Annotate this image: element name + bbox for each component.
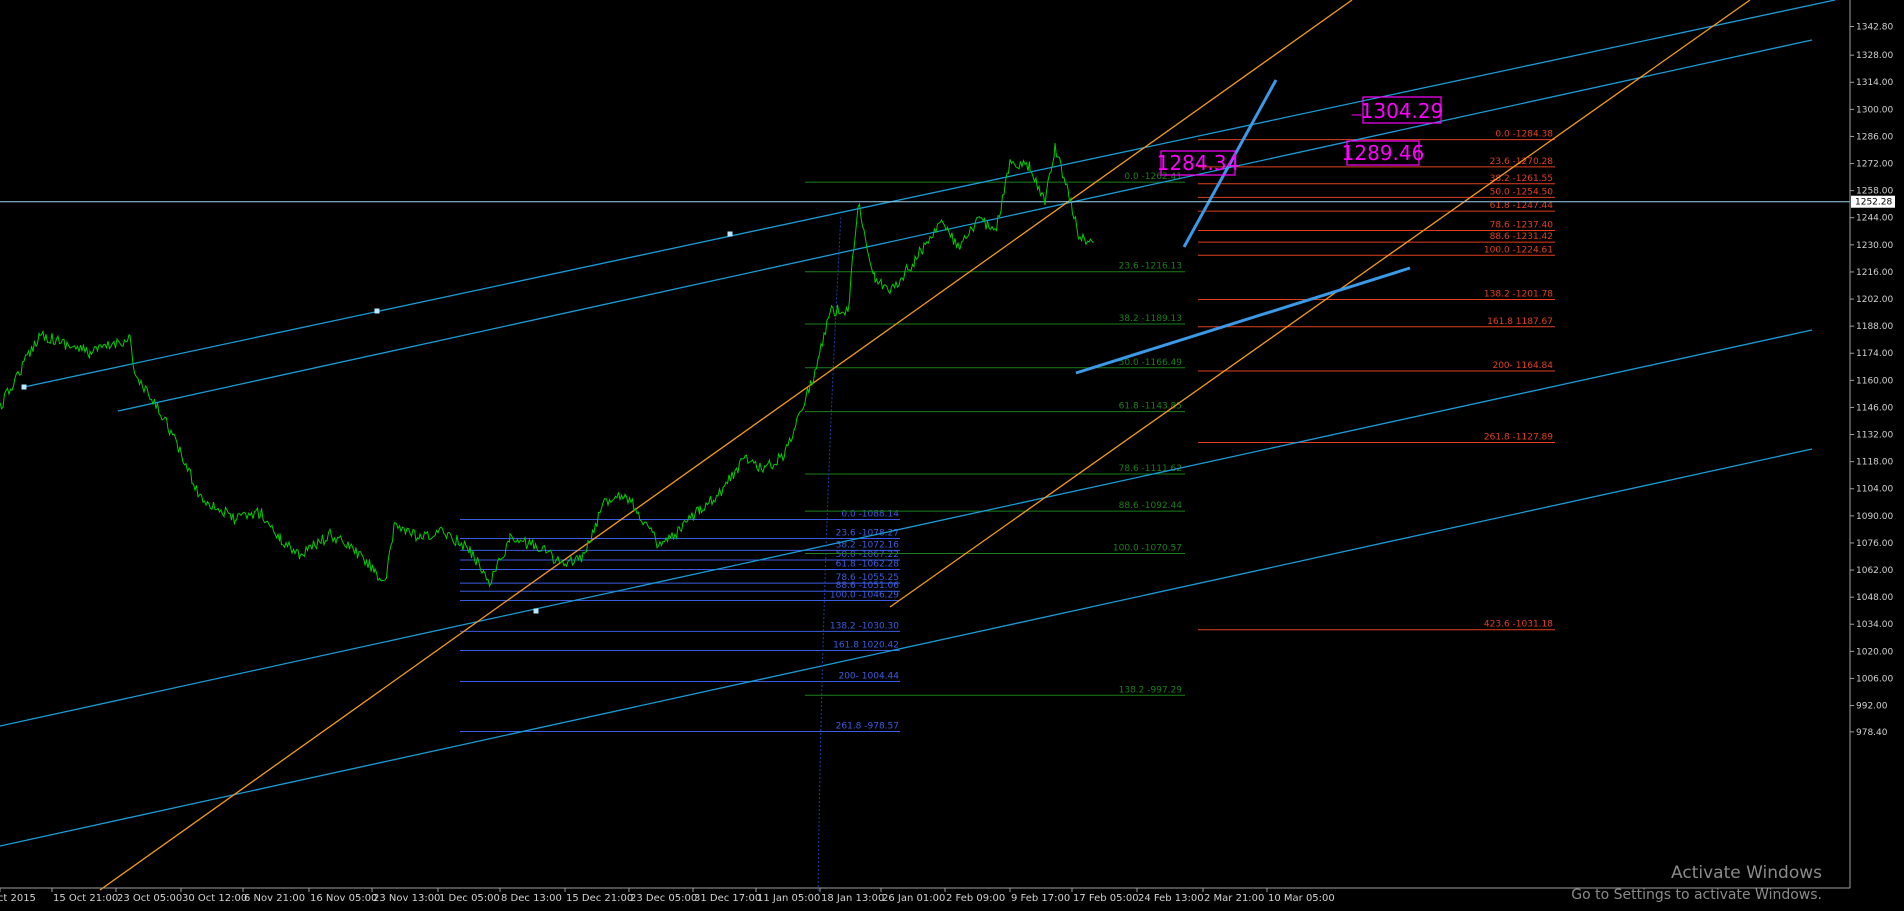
fib-level-label: 200- 1004.44 <box>838 671 899 681</box>
fib-level-label: 38.2 -1189.13 <box>1119 314 1182 324</box>
y-tick-label: 1216.00 <box>1856 268 1893 278</box>
x-tick-label: 1 Dec 05:00 <box>439 893 500 904</box>
x-tick-label: 23 Dec 05:00 <box>630 893 697 904</box>
x-tick-label: 16 Nov 05:00 <box>310 893 377 904</box>
channel-anchor-point[interactable] <box>21 384 27 390</box>
y-tick-label: 1132.00 <box>1856 431 1893 441</box>
fib-levels-layer: 0.0 -1088.1423.6 -1078.2738.2 -1072.1650… <box>460 130 1555 733</box>
x-tick-label: 11 Jan 05:00 <box>757 893 820 904</box>
y-tick-label: 1328.00 <box>1856 51 1893 61</box>
x-tick-label: 2 Feb 09:00 <box>946 893 1005 904</box>
x-tick-label: 10 Mar 05:00 <box>1268 893 1335 904</box>
y-tick-label: 1034.00 <box>1856 620 1893 630</box>
y-tick-label: 1006.00 <box>1856 674 1893 684</box>
axes-layer: 1342.80 1328.00 1314.00 1300.00 1286.00 1272.… <box>0 0 1895 904</box>
fib-level-label: 138.2 -1030.30 <box>830 621 899 631</box>
y-tick-label: 1076.00 <box>1856 539 1893 549</box>
y-tick-label: 1342.80 <box>1856 23 1893 33</box>
x-tick-label: 15 Dec 21:00 <box>566 893 633 904</box>
y-tick-label: 1174.00 <box>1856 349 1893 359</box>
y-tick-label: 1272.00 <box>1856 160 1893 170</box>
fib-level-label: 100.0 -1046.29 <box>830 590 899 600</box>
y-tick-label: 1230.00 <box>1856 241 1893 251</box>
y-tick-label: 1020.00 <box>1856 647 1893 657</box>
x-tick-label: 2 Mar 21:00 <box>1204 893 1264 904</box>
channel-line[interactable] <box>117 39 1813 412</box>
y-tick-label: 1090.00 <box>1856 512 1893 522</box>
fib-level-label: 23.6 -1216.13 <box>1119 262 1182 272</box>
fib-level-label: 161.8 1187.67 <box>1487 317 1553 327</box>
channel-lines-layer <box>0 0 1850 896</box>
y-tick-label: 978.40 <box>1856 728 1888 738</box>
y-tick-label: 1286.00 <box>1856 132 1893 142</box>
price-label-text: 1284.34 <box>1157 151 1240 175</box>
y-tick-label: 1048.00 <box>1856 593 1893 603</box>
fib-level-label: 261.8 -1127.89 <box>1484 433 1553 443</box>
x-tick-label: 24 Feb 13:00 <box>1138 893 1204 904</box>
fib-level-label: 78.6 -1111.62 <box>1119 464 1182 474</box>
fib-level-label: 0.0 -1284.38 <box>1495 130 1553 140</box>
channel-line[interactable] <box>0 329 1813 727</box>
x-tick-label: 18 Jan 13:00 <box>821 893 884 904</box>
price-label-text: 1304.29 <box>1361 99 1444 123</box>
y-tick-label: 1300.00 <box>1856 105 1893 115</box>
channel-line[interactable] <box>23 0 1836 388</box>
x-tick-label: 26 Jan 01:00 <box>882 893 945 904</box>
fib-level-label: 88.6 -1092.44 <box>1119 501 1183 511</box>
x-tick-label: 8 Dec 13:00 <box>501 893 562 904</box>
activate-windows-subtitle: Go to Settings to activate Windows. <box>1571 887 1822 903</box>
fib-level-label: 261.8 -978.57 <box>836 722 899 732</box>
fib-level-label: 138.2 -997.29 <box>1119 685 1183 695</box>
fib-level-label: 100.0 -1224.61 <box>1484 245 1553 255</box>
y-tick-label: 1160.00 <box>1856 376 1893 386</box>
chart-canvas[interactable]: 0.0 -1088.1423.6 -1078.2738.2 -1072.1650… <box>0 0 1904 907</box>
channel-line[interactable] <box>99 0 1353 891</box>
fib-level-label: 61.8 -1143.85 <box>1119 402 1182 412</box>
fib-level-label: 50.0 -1254.50 <box>1490 187 1554 197</box>
channel-anchor-point[interactable] <box>533 608 539 614</box>
channel-anchor-point[interactable] <box>727 231 733 237</box>
fib-level-label: 423.6 -1031.18 <box>1484 620 1553 630</box>
y-tick-label: 1258.00 <box>1856 187 1893 197</box>
price-label-text: 1289.46 <box>1342 141 1425 165</box>
x-tick-label: 31 Dec 17:00 <box>694 893 761 904</box>
activate-windows-title: Activate Windows <box>1671 863 1822 883</box>
x-tick-label: 6 Nov 21:00 <box>244 893 305 904</box>
x-tick-label: 30 Oct 12:00 <box>182 893 247 904</box>
channel-line[interactable] <box>889 0 1751 608</box>
y-tick-label: 1314.00 <box>1856 78 1893 88</box>
y-tick-label: 1202.00 <box>1856 295 1893 305</box>
x-tick-label: 17 Feb 05:00 <box>1073 893 1139 904</box>
y-tick-label: 1244.00 <box>1856 214 1893 224</box>
y-tick-label: 1062.00 <box>1856 566 1893 576</box>
fib-level-label: 161.8 1020.42 <box>833 641 899 651</box>
x-tick-label: 23 Nov 13:00 <box>373 893 440 904</box>
price-chart[interactable]: 0.0 -1088.14 23.6 -1078.27 38.2 -1072.16 50… <box>0 0 1904 907</box>
fib-level-label: 100.0 -1070.57 <box>1113 543 1182 553</box>
fib-level-label: 50.0 -1067.22 <box>836 550 899 560</box>
x-tick-label: 23 Oct 05:00 <box>117 893 182 904</box>
y-tick-label: 1104.00 <box>1856 485 1893 495</box>
y-tick-label: 1146.00 <box>1856 403 1893 413</box>
fib-level-label: 200- 1164.84 <box>1492 361 1553 371</box>
x-tick-label: Oct 2015 <box>0 893 36 904</box>
y-tick-label: 1188.00 <box>1856 322 1893 332</box>
fib-level-label: 88.6 -1231.42 <box>1490 232 1553 242</box>
fib-level-label: 78.6 -1237.40 <box>1490 221 1554 231</box>
fib-level-label: 138.2 -1201.78 <box>1484 289 1553 299</box>
x-tick-label: 15 Oct 21:00 <box>53 893 118 904</box>
channel-line[interactable] <box>0 448 1813 847</box>
channel-anchor-point[interactable] <box>374 308 380 314</box>
fib-level-label: 61.8 -1062.28 <box>836 560 900 570</box>
fib-level-label: 61.8 -1247.44 <box>1490 201 1554 211</box>
fib-level-label: 50.0 -1166.49 <box>1119 358 1183 368</box>
x-tick-label: 9 Feb 17:00 <box>1011 893 1070 904</box>
y-tick-label: 992.00 <box>1856 702 1888 712</box>
y-tick-label: 1118.00 <box>1856 458 1893 468</box>
current-price-label: 1252.28 <box>1855 198 1892 208</box>
fib-level-label: 38.2 -1261.55 <box>1490 174 1553 184</box>
